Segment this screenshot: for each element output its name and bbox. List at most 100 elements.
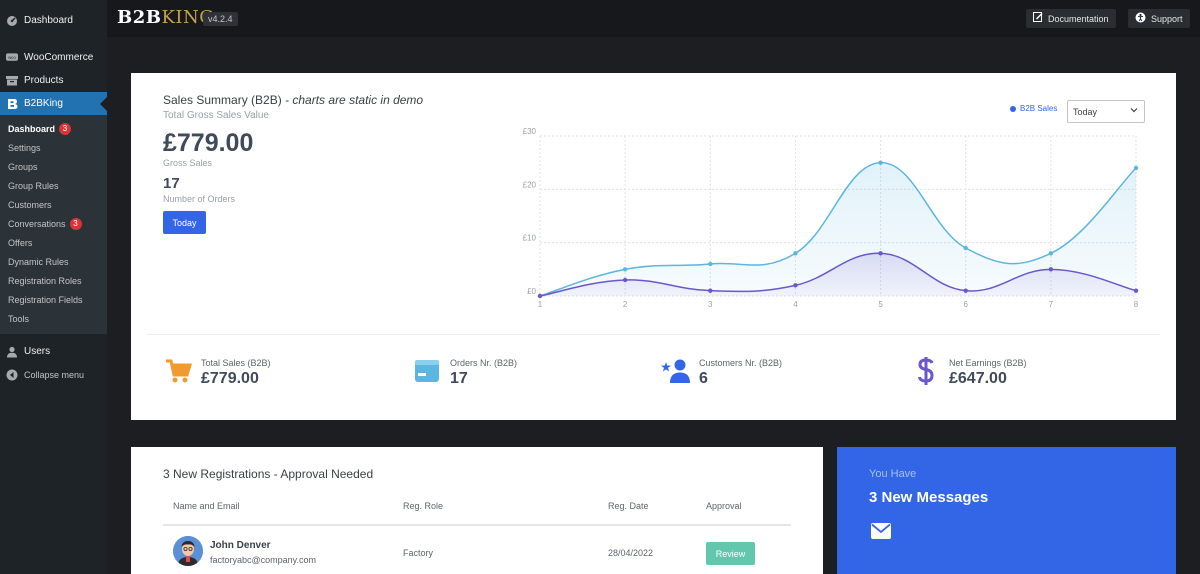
- sales-summary-card: Sales Summary (B2B) - charts are static …: [131, 73, 1176, 420]
- column-header-name-email: Name and Email: [173, 501, 240, 511]
- submenu-item-registration-roles[interactable]: Registration Roles: [0, 271, 107, 290]
- submenu-item-group-rules[interactable]: Group Rules: [0, 176, 107, 195]
- dashboard-gauge-icon: [6, 15, 18, 27]
- today-button[interactable]: Today: [163, 211, 206, 234]
- x-tick-label: 4: [793, 300, 798, 309]
- period-select-value: Today: [1073, 106, 1098, 117]
- summary-title-text: Sales Summary (B2B): [163, 93, 282, 107]
- data-point: [708, 288, 713, 293]
- sidebar-item-users[interactable]: Users: [0, 340, 107, 363]
- messages-subtitle: You Have: [869, 468, 917, 480]
- collapse-arrow-icon: [6, 369, 18, 381]
- submenu-label: Settings: [8, 142, 41, 153]
- sidebar-item-label: B2BKing: [24, 98, 63, 109]
- x-tick-label: 7: [1049, 300, 1054, 309]
- submenu-label: Groups: [8, 161, 38, 172]
- y-tick-label: £0: [527, 287, 536, 296]
- sales-summary-title: Sales Summary (B2B) - charts are static …: [163, 93, 423, 107]
- sidebar-item-label: Users: [24, 346, 51, 357]
- wallet-icon: [412, 356, 442, 386]
- sales-area-chart: £0 £10 £20 £30 1 2 3 4 5 6 7 8: [523, 128, 1139, 309]
- data-point: [878, 251, 883, 256]
- y-tick-label: £30: [523, 128, 537, 136]
- support-button[interactable]: Support: [1128, 9, 1190, 28]
- submenu-item-tools[interactable]: Tools: [0, 309, 107, 328]
- sidebar-item-label: Dashboard: [24, 15, 73, 26]
- notification-badge: 3: [59, 122, 72, 135]
- registrant-name: John Denver: [210, 540, 271, 551]
- sidebar-item-woocommerce[interactable]: woo WooCommerce: [0, 46, 107, 69]
- stat-value: £779.00: [201, 370, 259, 387]
- submenu-label: Offers: [8, 237, 33, 248]
- submenu-item-settings[interactable]: Settings: [0, 138, 107, 157]
- documentation-button[interactable]: Documentation: [1026, 9, 1116, 28]
- section-divider: [147, 334, 1160, 335]
- data-point: [1133, 165, 1139, 171]
- legend-label: B2B Sales: [1020, 104, 1058, 113]
- support-label: Support: [1151, 13, 1183, 24]
- column-header-reg-role: Reg. Role: [403, 501, 444, 511]
- chart-legend[interactable]: B2B Sales: [1010, 104, 1057, 113]
- x-tick-label: 8: [1134, 300, 1139, 309]
- sidebar-item-label: WooCommerce: [24, 52, 94, 63]
- stat-label: Net Earnings (B2B): [949, 358, 1027, 368]
- data-point: [537, 293, 543, 299]
- registrant-email: factoryabc@company.com: [210, 555, 317, 565]
- registrations-card: 3 New Registrations - Approval Needed Na…: [131, 447, 823, 574]
- sidebar-item-b2bking[interactable]: B2BKing: [0, 92, 107, 115]
- orders-count: 17: [163, 175, 180, 192]
- submenu-item-conversations[interactable]: Conversations 3: [0, 214, 107, 233]
- stat-orders-nr: Orders Nr. (B2B) 17: [412, 356, 517, 388]
- b2bking-icon: [6, 98, 18, 110]
- y-tick-label: £20: [523, 180, 537, 189]
- submenu-item-groups[interactable]: Groups: [0, 157, 107, 176]
- stat-value: 6: [699, 370, 708, 387]
- gross-sales-label: Gross Sales: [163, 158, 213, 168]
- document-edit-icon: [1033, 12, 1043, 25]
- submenu-item-dashboard[interactable]: Dashboard 3: [0, 119, 107, 138]
- period-select[interactable]: Today: [1067, 100, 1145, 123]
- user-star-icon: [661, 356, 691, 386]
- stat-value: £647.00: [949, 370, 1007, 387]
- sidebar-item-products[interactable]: Products: [0, 69, 107, 92]
- documentation-label: Documentation: [1048, 13, 1109, 24]
- data-point: [708, 261, 713, 267]
- submenu-label: Group Rules: [8, 180, 59, 191]
- submenu-label: Registration Roles: [8, 275, 82, 286]
- svg-text:woo: woo: [8, 55, 16, 60]
- b2bking-submenu: Dashboard 3 Settings Groups Group Rules …: [0, 115, 107, 334]
- submenu-item-dynamic-rules[interactable]: Dynamic Rules: [0, 252, 107, 271]
- avatar: [173, 536, 203, 566]
- messages-card[interactable]: You Have 3 New Messages: [837, 447, 1176, 574]
- data-point: [793, 283, 798, 288]
- collapse-menu-button[interactable]: Collapse menu: [0, 363, 107, 386]
- data-point: [1048, 267, 1054, 272]
- submenu-label: Tools: [8, 313, 30, 324]
- table-header-divider: [163, 524, 791, 526]
- x-tick-label: 6: [963, 300, 968, 309]
- submenu-item-offers[interactable]: Offers: [0, 233, 107, 252]
- stat-net-earnings: Net Earnings (B2B) £647.00: [911, 356, 1027, 388]
- data-point: [963, 288, 968, 293]
- data-point: [963, 245, 968, 251]
- x-tick-label: 1: [538, 300, 543, 309]
- data-point: [622, 267, 628, 272]
- submenu-label: Dashboard: [8, 123, 56, 134]
- data-point: [1048, 251, 1054, 256]
- gross-sales-amount: £779.00: [163, 129, 254, 157]
- chevron-down-icon: [1130, 106, 1138, 116]
- support-lifebuoy-icon: [1135, 12, 1146, 26]
- stat-customers-nr: Customers Nr. (B2B) 6: [661, 356, 782, 388]
- data-point: [878, 160, 883, 165]
- stat-total-sales: Total Sales (B2B) £779.00: [163, 356, 271, 388]
- sidebar-item-label: Products: [24, 75, 64, 86]
- archive-box-icon: [6, 75, 18, 87]
- submenu-item-customers[interactable]: Customers: [0, 195, 107, 214]
- review-button[interactable]: Review: [706, 542, 755, 565]
- stat-value: 17: [450, 370, 468, 387]
- submenu-item-registration-fields[interactable]: Registration Fields: [0, 290, 107, 309]
- sidebar-item-dashboard[interactable]: Dashboard: [0, 9, 107, 32]
- y-tick-label: £10: [523, 234, 537, 243]
- b2bking-logo: B2BKING: [117, 7, 214, 28]
- plugin-header: B2BKING v4.2.4 Documentation Support: [107, 0, 1200, 37]
